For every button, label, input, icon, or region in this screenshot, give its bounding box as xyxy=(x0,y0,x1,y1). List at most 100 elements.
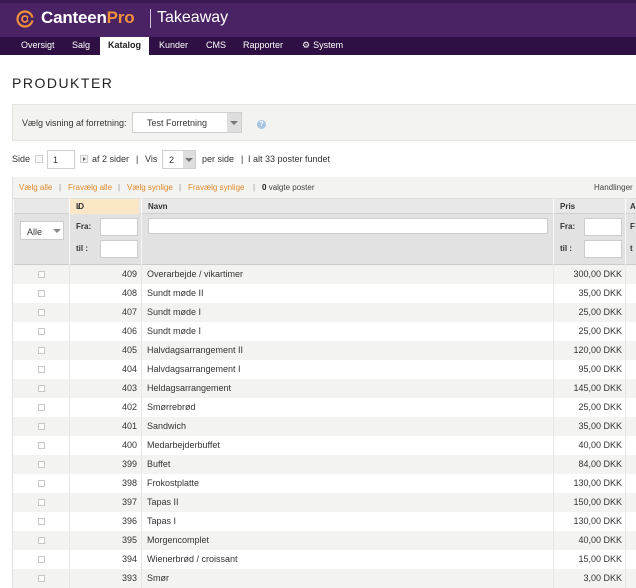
per-page-select[interactable]: 2 xyxy=(162,150,196,169)
column-divider xyxy=(141,493,142,512)
chevron-down-icon[interactable] xyxy=(227,113,241,132)
table-row[interactable]: 395 Morgencomplet 40,00 DKK xyxy=(13,531,636,550)
page-number-input[interactable]: 1 xyxy=(47,150,75,169)
row-checkbox[interactable] xyxy=(38,404,45,411)
filter-id-to-label: til : xyxy=(76,244,88,253)
next-page-icon[interactable] xyxy=(80,155,88,163)
row-checkbox[interactable] xyxy=(38,461,45,468)
row-checkbox[interactable] xyxy=(38,442,45,449)
row-name: Smør xyxy=(147,573,169,583)
row-price: 300,00 DKK xyxy=(573,269,622,279)
column-divider xyxy=(625,474,626,493)
filter-id-to-input[interactable] xyxy=(100,240,138,258)
brand-main: Canteen xyxy=(41,8,107,27)
select-all-link[interactable]: Vælg alle xyxy=(19,183,52,192)
header-name[interactable]: Navn xyxy=(141,199,553,214)
row-checkbox[interactable] xyxy=(38,575,45,582)
column-divider xyxy=(141,531,142,550)
header-price[interactable]: Pris xyxy=(553,199,625,214)
header-id[interactable]: ID ↓ xyxy=(69,199,139,214)
filter-price-from-input[interactable] xyxy=(584,218,622,236)
table-row[interactable]: 408 Sundt møde II 35,00 DKK xyxy=(13,284,636,303)
nav-item-kunder[interactable]: Kunder xyxy=(151,37,196,55)
table-row[interactable]: 396 Tapas I 130,00 DKK xyxy=(13,512,636,531)
row-name: Sundt møde II xyxy=(147,288,204,298)
row-checkbox[interactable] xyxy=(38,309,45,316)
row-checkbox[interactable] xyxy=(38,347,45,354)
row-checkbox[interactable] xyxy=(38,271,45,278)
row-checkbox[interactable] xyxy=(38,480,45,487)
column-divider xyxy=(625,512,626,531)
row-checkbox[interactable] xyxy=(38,423,45,430)
row-checkbox[interactable] xyxy=(38,499,45,506)
action-separator: | xyxy=(179,183,182,192)
table-row[interactable]: 401 Sandwich 35,00 DKK xyxy=(13,417,636,436)
brand-name[interactable]: CanteenPro xyxy=(41,8,135,28)
filter-extra-cell: F t xyxy=(625,214,636,265)
filter-id-from-label: Fra: xyxy=(76,222,92,231)
deselect-visible-link[interactable]: Fravælg synlige xyxy=(188,183,244,192)
table-row[interactable]: 398 Frokostplatte 130,00 DKK xyxy=(13,474,636,493)
row-checkbox[interactable] xyxy=(38,385,45,392)
table-row[interactable]: 400 Medarbejderbuffet 40,00 DKK xyxy=(13,436,636,455)
row-name: Sundt møde I xyxy=(147,307,202,317)
table-row[interactable]: 402 Smørrebrød 25,00 DKK xyxy=(13,398,636,417)
header-extra[interactable]: A xyxy=(625,199,636,214)
filter-price-to-input[interactable] xyxy=(584,240,622,258)
table-row[interactable]: 409 Overarbejde / vikartimer 300,00 DKK xyxy=(13,265,636,284)
table-row[interactable]: 404 Halvdagsarrangement I 95,00 DKK xyxy=(13,360,636,379)
table-row[interactable]: 405 Halvdagsarrangement II 120,00 DKK xyxy=(13,341,636,360)
pager-separator: | xyxy=(136,154,139,164)
table-row[interactable]: 393 Smør 3,00 DKK xyxy=(13,569,636,588)
deselect-all-link[interactable]: Fravælg alle xyxy=(68,183,112,192)
filter-id-from-input[interactable] xyxy=(100,218,138,236)
brand-accent: Pro xyxy=(106,8,135,27)
row-checkbox[interactable] xyxy=(38,366,45,373)
row-id: 409 xyxy=(121,269,137,279)
row-checkbox[interactable] xyxy=(38,556,45,563)
row-name: Sandwich xyxy=(147,421,187,431)
main-nav: Oversigt Salg Katalog Kunder CMS Rapport… xyxy=(0,37,636,55)
column-divider xyxy=(625,455,626,474)
table-row[interactable]: 399 Buffet 84,00 DKK xyxy=(13,455,636,474)
row-id: 405 xyxy=(121,345,137,355)
table-row[interactable]: 406 Sundt møde I 25,00 DKK xyxy=(13,322,636,341)
column-divider xyxy=(625,398,626,417)
status-filter-select[interactable]: Alle xyxy=(20,221,64,240)
column-divider xyxy=(141,512,142,531)
row-checkbox[interactable] xyxy=(38,518,45,525)
nav-item-system[interactable]: ⚙ System xyxy=(294,37,351,55)
chevron-down-icon[interactable] xyxy=(183,151,195,168)
table-row[interactable]: 397 Tapas II 150,00 DKK xyxy=(13,493,636,512)
nav-item-cms[interactable]: CMS xyxy=(198,37,234,55)
row-checkbox[interactable] xyxy=(38,537,45,544)
column-divider xyxy=(625,322,626,341)
canteenpro-logo-icon[interactable] xyxy=(16,10,36,28)
store-select[interactable]: Test Forretning xyxy=(132,112,242,133)
header-name-label: Navn xyxy=(148,202,168,211)
nav-item-rapporter[interactable]: Rapporter xyxy=(235,37,291,55)
table-row[interactable]: 407 Sundt møde I 25,00 DKK xyxy=(13,303,636,322)
row-checkbox[interactable] xyxy=(38,290,45,297)
table-row[interactable]: 403 Heldagsarrangement 145,00 DKK xyxy=(13,379,636,398)
nav-item-katalog[interactable]: Katalog xyxy=(100,37,150,55)
column-divider xyxy=(141,550,142,569)
row-name: Overarbejde / vikartimer xyxy=(147,269,244,279)
help-icon[interactable]: ? xyxy=(257,120,266,129)
filter-name-input[interactable] xyxy=(148,218,548,234)
nav-item-oversigt[interactable]: Oversigt xyxy=(13,37,63,55)
table-row[interactable]: 394 Wienerbrød / croissant 15,00 DKK xyxy=(13,550,636,569)
page-number-value: 1 xyxy=(53,155,59,165)
column-divider xyxy=(141,284,142,303)
select-visible-link[interactable]: Vælg synlige xyxy=(127,183,173,192)
header-top-stripe xyxy=(0,0,636,3)
store-select-value: Test Forretning xyxy=(147,118,208,128)
chevron-down-icon[interactable] xyxy=(50,222,63,239)
prev-page-icon[interactable] xyxy=(35,155,43,163)
nav-item-salg[interactable]: Salg xyxy=(64,37,98,55)
row-checkbox[interactable] xyxy=(38,328,45,335)
column-divider xyxy=(141,379,142,398)
row-name: Halvdagsarrangement II xyxy=(147,345,244,355)
column-divider xyxy=(141,265,142,284)
row-name: Halvdagsarrangement I xyxy=(147,364,241,374)
